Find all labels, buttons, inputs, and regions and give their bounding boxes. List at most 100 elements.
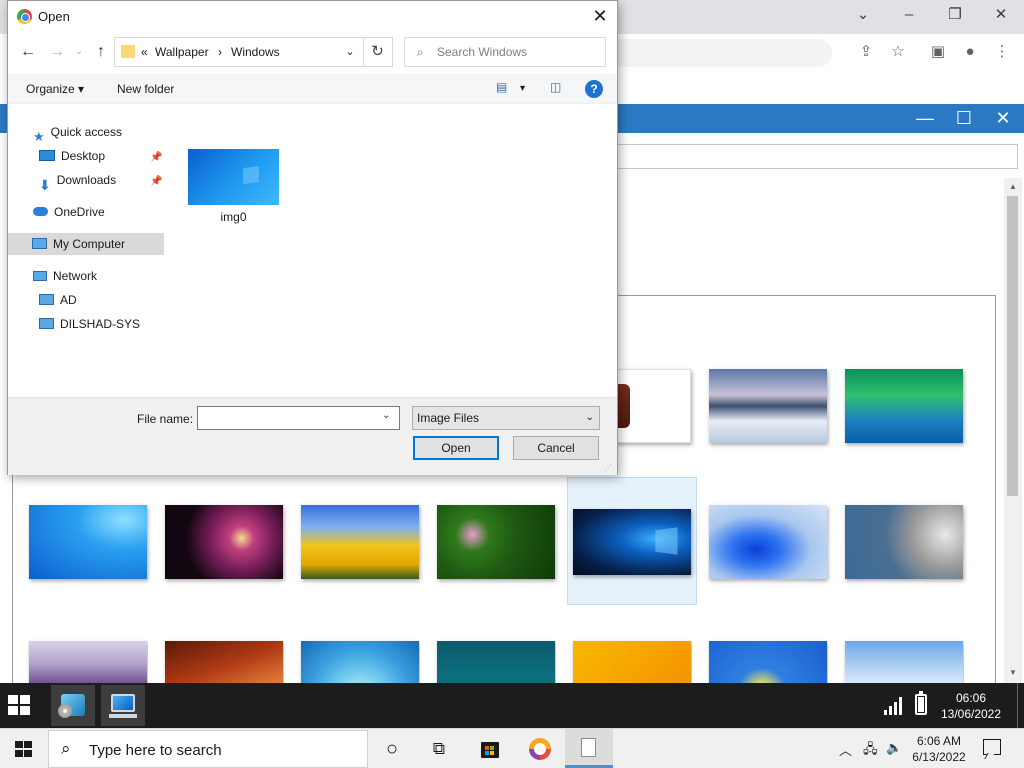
show-desktop-button[interactable] xyxy=(1017,683,1018,728)
host-clock[interactable]: 6:06 AM 6/13/2022 xyxy=(908,733,970,765)
app-path-input[interactable] xyxy=(612,144,1018,169)
wallpaper-thumbnail[interactable] xyxy=(698,478,828,606)
nav-item-my-computer[interactable]: My Computer xyxy=(8,233,164,255)
network-icon[interactable]: 🖧 xyxy=(863,740,878,762)
back-icon[interactable]: ← xyxy=(17,41,39,63)
file-item[interactable]: img0 xyxy=(188,149,280,229)
vm-clock[interactable]: 06:06 13/06/2022 xyxy=(934,690,1008,722)
nav-item-network[interactable]: Network xyxy=(33,265,97,287)
pin-icon[interactable]: 📌 xyxy=(150,176,162,187)
app-shield-icon[interactable] xyxy=(527,736,553,762)
dialog-close-icon[interactable]: ✕ xyxy=(586,4,614,28)
battery-icon[interactable] xyxy=(915,691,927,715)
nav-item-label: AD xyxy=(60,293,77,307)
menu-icon[interactable]: ⋮ xyxy=(990,40,1014,64)
file-type-select[interactable]: Image Files ⌄ xyxy=(412,406,600,430)
windows-start-icon[interactable] xyxy=(8,695,34,717)
volume-icon[interactable]: 🔈 xyxy=(886,740,902,756)
scroll-down-icon[interactable]: ▼ xyxy=(1007,666,1019,680)
forward-icon[interactable]: → xyxy=(46,41,68,63)
wallpaper-thumbnail[interactable] xyxy=(290,478,420,606)
organize-menu[interactable]: Organize ▾ xyxy=(26,82,84,96)
up-icon[interactable]: ↑ xyxy=(90,41,112,63)
breadcrumb[interactable]: « Wallpaper › Windows ⌄ xyxy=(114,37,364,67)
wallpaper-image xyxy=(437,641,555,683)
wallpaper-thumbnail[interactable] xyxy=(18,614,148,683)
wallpaper-thumbnail[interactable] xyxy=(562,614,692,683)
notification-icon[interactable] xyxy=(983,739,1001,755)
new-folder-button[interactable]: New folder xyxy=(117,82,174,96)
app-close-icon[interactable]: ✕ xyxy=(985,104,1021,133)
open-button[interactable]: Open xyxy=(413,436,499,460)
refresh-icon[interactable]: ↻ xyxy=(363,37,393,67)
media-app-icon[interactable] xyxy=(51,685,95,726)
scrollbar-thumb[interactable] xyxy=(1007,196,1018,496)
address-bar[interactable] xyxy=(612,39,832,67)
search-box[interactable]: ⌕ xyxy=(404,37,606,67)
wallpaper-thumbnail-selected[interactable] xyxy=(567,477,697,605)
wallpaper-thumbnail[interactable] xyxy=(154,614,284,683)
scroll-up-icon[interactable]: ▲ xyxy=(1007,180,1019,194)
app-maximize-icon[interactable]: ☐ xyxy=(946,104,982,133)
wallpaper-thumbnail[interactable] xyxy=(834,342,964,470)
wallpaper-thumbnail[interactable] xyxy=(290,614,420,683)
wallpaper-thumbnail[interactable] xyxy=(698,342,828,470)
cortana-icon[interactable]: ○ xyxy=(379,736,405,762)
close-icon[interactable]: ✕ xyxy=(989,4,1013,26)
search-input[interactable] xyxy=(437,42,601,62)
wallpaper-app-icon[interactable] xyxy=(101,685,145,726)
wallpaper-image xyxy=(573,641,691,683)
minimize-icon[interactable]: – xyxy=(897,4,921,26)
pin-icon[interactable]: 📌 xyxy=(150,152,162,163)
taskbar-search-box[interactable]: ⌕ Type here to search xyxy=(48,730,368,768)
chevron-down-icon[interactable]: ⌄ xyxy=(341,42,359,62)
chevron-down-icon[interactable]: ⌄ xyxy=(382,410,390,421)
dialog-title: Open xyxy=(38,9,70,24)
view-icon[interactable]: ▤ xyxy=(496,80,507,94)
open-file-dialog: Open ✕ ← → ⌄ ↑ « Wallpaper › Windows ⌄ ↻… xyxy=(7,0,618,475)
recent-dropdown-icon[interactable]: ⌄ xyxy=(68,41,90,63)
file-name-input[interactable] xyxy=(201,409,379,427)
nav-item-quick-access[interactable]: ★ Quick access xyxy=(33,121,122,144)
store-icon[interactable] xyxy=(477,736,503,762)
wallpaper-thumbnail[interactable] xyxy=(154,478,284,606)
side-panel-icon[interactable]: ▣ xyxy=(926,40,950,64)
nav-item-dilshad-sys[interactable]: DILSHAD-SYS xyxy=(39,313,140,335)
cancel-button[interactable]: Cancel xyxy=(513,436,599,460)
notepad-app-icon[interactable] xyxy=(565,729,613,768)
signal-icon[interactable] xyxy=(884,695,906,715)
nav-item-onedrive[interactable]: OneDrive xyxy=(33,201,105,223)
wallpaper-thumbnail[interactable] xyxy=(698,614,828,683)
resize-grip-icon[interactable]: ⋰ xyxy=(604,463,612,472)
nav-item-ad[interactable]: AD xyxy=(39,289,77,311)
restore-icon[interactable]: ❐ xyxy=(943,4,967,26)
nav-item-desktop[interactable]: Desktop xyxy=(39,145,105,167)
share-icon[interactable]: ⇪ xyxy=(854,40,878,64)
host-date: 6/13/2022 xyxy=(912,750,966,764)
windows-start-icon[interactable] xyxy=(15,741,33,758)
app-minimize-icon[interactable]: — xyxy=(907,104,943,133)
wallpaper-thumbnail[interactable] xyxy=(834,478,964,606)
wallpaper-image xyxy=(165,505,283,579)
tab-search-icon[interactable]: ⌄ xyxy=(851,4,875,26)
breadcrumb-wallpaper[interactable]: Wallpaper xyxy=(155,45,209,59)
wallpaper-thumbnail[interactable] xyxy=(18,478,148,606)
task-view-icon[interactable]: ⧉ xyxy=(426,736,452,762)
wallpaper-thumbnail[interactable] xyxy=(834,614,964,683)
file-name-combobox[interactable]: ⌄ xyxy=(197,406,400,430)
chevron-up-icon[interactable]: ︿ xyxy=(839,740,852,759)
breadcrumb-separator[interactable]: › xyxy=(218,45,222,59)
wallpaper-thumbnail[interactable] xyxy=(426,478,556,606)
nav-item-label: DILSHAD-SYS xyxy=(60,317,141,331)
nav-item-downloads[interactable]: ⬇ Downloads xyxy=(39,169,117,193)
nav-item-label: Downloads xyxy=(56,173,117,187)
preview-pane-icon[interactable]: ◫ xyxy=(550,80,561,94)
view-dropdown[interactable]: ▾ xyxy=(520,83,525,94)
nav-item-label: My Computer xyxy=(53,237,126,251)
breadcrumb-overflow[interactable]: « xyxy=(141,45,148,59)
breadcrumb-windows[interactable]: Windows xyxy=(231,45,280,59)
star-icon[interactable]: ☆ xyxy=(886,40,910,64)
wallpaper-thumbnail[interactable] xyxy=(426,614,556,683)
help-icon[interactable]: ? xyxy=(585,80,603,98)
profile-icon[interactable]: ● xyxy=(958,40,982,64)
